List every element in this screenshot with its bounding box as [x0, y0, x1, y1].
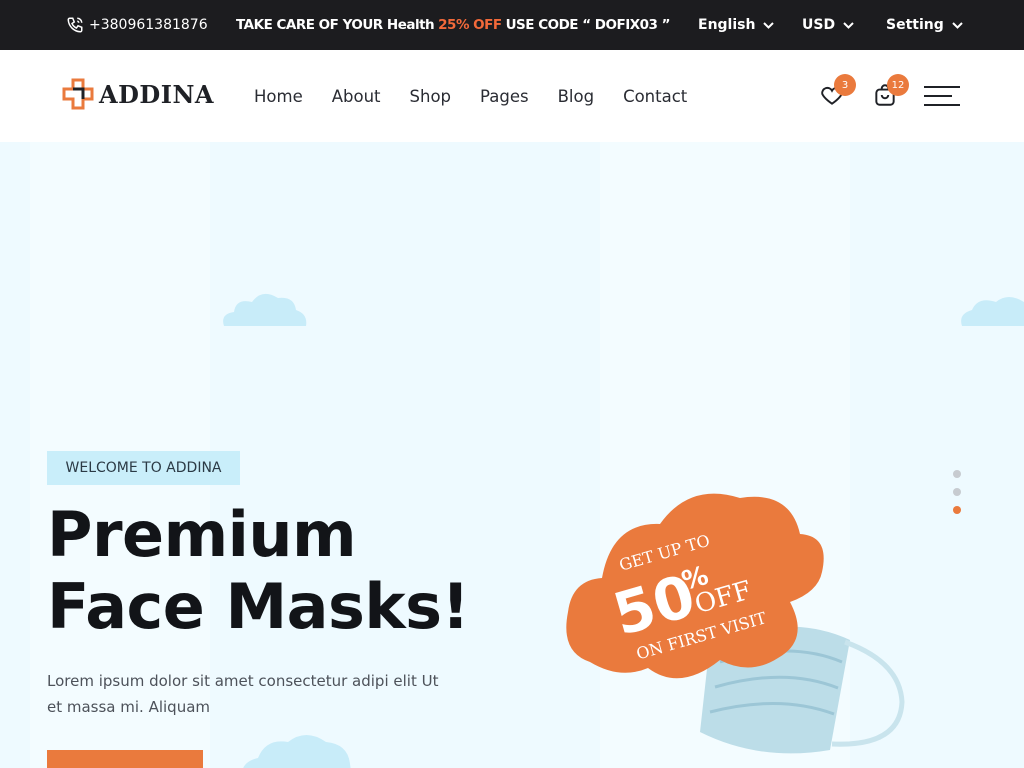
setting-label: Setting: [886, 17, 944, 33]
nav-blog[interactable]: Blog: [558, 87, 594, 106]
currency-dropdown[interactable]: USD: [802, 0, 854, 50]
headline-line-2: Face Masks!: [47, 570, 470, 643]
phone-icon: [67, 17, 83, 33]
chevron-down-icon: [952, 21, 963, 29]
logo-cross-icon: [62, 78, 94, 110]
hero-headline: Premium Face Masks!: [47, 498, 470, 643]
nav-contact[interactable]: Contact: [623, 87, 687, 106]
logo-text: ADDINA: [99, 79, 215, 109]
main-header: ADDINA Home About Shop Pages Blog Contac…: [0, 50, 1024, 142]
hero-slider: WELCOME TO ADDINA Premium Face Masks! Lo…: [0, 142, 1024, 768]
headline-line-1: Premium: [47, 498, 357, 571]
promo-prefix: TAKE CARE OF YOUR Health: [236, 17, 435, 33]
slider-dots: [953, 470, 961, 524]
cloud-decoration: [223, 293, 307, 326]
main-nav: Home About Shop Pages Blog Contact: [254, 50, 716, 142]
setting-dropdown[interactable]: Setting: [886, 0, 963, 50]
promo-discount: 25% OFF: [438, 17, 502, 33]
hero-description: Lorem ipsum dolor sit amet consectetur a…: [47, 672, 439, 716]
logo[interactable]: ADDINA: [62, 78, 214, 110]
phone-number: +380961381876: [89, 17, 208, 33]
currency-label: USD: [802, 17, 836, 33]
nav-about[interactable]: About: [332, 87, 381, 106]
wishlist-button[interactable]: 3: [819, 74, 856, 112]
slider-dot-active[interactable]: [953, 506, 961, 514]
nav-home[interactable]: Home: [254, 87, 303, 106]
promo-suffix: USE CODE “ DOFIX03 ”: [505, 17, 671, 33]
chevron-down-icon: [843, 21, 854, 29]
nav-pages[interactable]: Pages: [480, 87, 529, 106]
language-label: English: [698, 17, 756, 33]
cloud-decoration: [961, 297, 1024, 326]
cloud-decoration: [243, 735, 351, 768]
top-bar: +380961381876 TAKE CARE OF YOUR Health 2…: [0, 0, 1024, 50]
promo-mask-image: GET UP TO 50 % OFF ON FIRST VISIT: [566, 493, 905, 754]
cart-button[interactable]: 12: [872, 74, 909, 112]
slider-dot[interactable]: [953, 470, 961, 478]
cart-count-badge: 12: [887, 74, 909, 96]
chevron-down-icon: [763, 21, 775, 29]
phone-link[interactable]: +380961381876: [66, 0, 208, 50]
hamburger-menu-icon[interactable]: [924, 84, 960, 108]
promo-banner: TAKE CARE OF YOUR Health 25% OFF USE COD…: [236, 0, 670, 50]
slider-dot[interactable]: [953, 488, 961, 496]
nav-shop[interactable]: Shop: [410, 87, 452, 106]
welcome-tag: WELCOME TO ADDINA: [47, 451, 240, 485]
language-dropdown[interactable]: English: [698, 0, 775, 50]
wishlist-count-badge: 3: [834, 74, 856, 96]
shop-now-button[interactable]: [47, 750, 203, 768]
